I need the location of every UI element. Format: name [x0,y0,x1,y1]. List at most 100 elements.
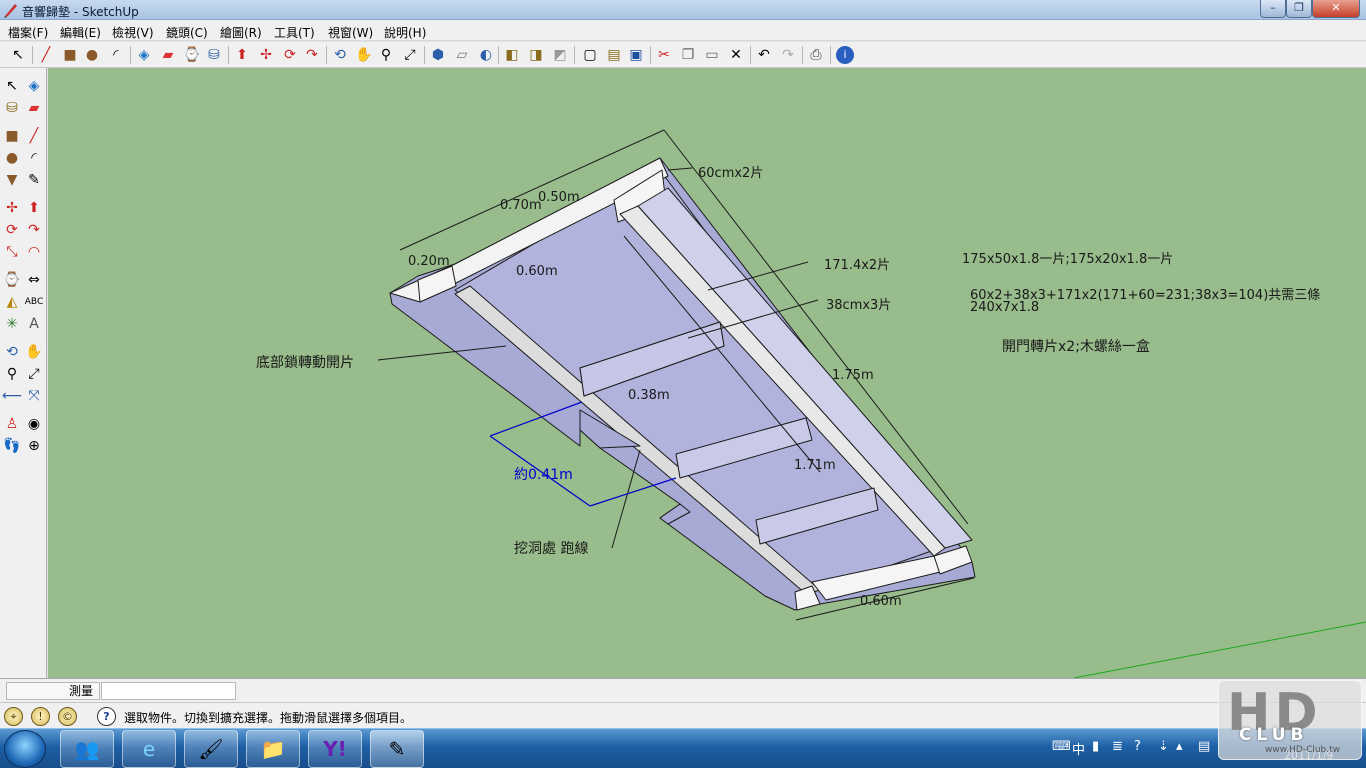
eraser-icon[interactable]: ▰ [158,45,178,65]
axes-icon[interactable]: ✳ [2,314,22,334]
wireframe-icon[interactable]: ◨ [526,45,546,65]
xray-icon[interactable]: ◧ [502,45,522,65]
tray-ime-mode-icon[interactable]: ▮ [1092,739,1099,754]
iso-view-icon[interactable]: ⬢ [428,45,448,65]
zoom-extents-icon[interactable]: ⤢ [400,45,420,65]
pan-icon[interactable]: ✋ [354,45,374,65]
paint-bucket-icon[interactable]: ⛁ [204,45,224,65]
geo-location-icon[interactable]: ⌖ [4,707,23,726]
copyright-icon[interactable]: © [58,707,77,726]
top-view-icon[interactable]: ▱ [452,45,472,65]
push-pull-icon[interactable]: ⬆ [232,45,252,65]
menu-camera[interactable]: 鏡頭(C) [166,24,208,41]
delete-icon[interactable]: ✕ [726,45,746,65]
follow-me-icon[interactable]: ↷ [24,220,44,240]
menu-view[interactable]: 檢視(V) [112,24,154,41]
zoom-extents-icon[interactable]: ⤧ [24,386,44,406]
folder-explorer-icon[interactable]: 📁 [246,730,300,768]
measurements-input[interactable] [101,682,236,700]
make-component-icon[interactable]: ◈ [134,45,154,65]
toolbar-separator [650,46,651,64]
make-component-icon[interactable]: ◈ [24,76,44,96]
scale-icon[interactable]: ⤡ [2,242,22,262]
user-accounts-app-icon[interactable]: 👥 [60,730,114,768]
tape-measure-icon[interactable]: ⌚ [2,270,22,290]
tray-expand-icon[interactable]: ▴ [1176,739,1183,754]
menu-draw[interactable]: 繪圖(R) [220,24,262,41]
minimize-button[interactable]: – [1260,0,1286,18]
yahoo-messenger-icon[interactable]: Y! [308,730,362,768]
eraser-icon[interactable]: ▰ [24,98,44,118]
tray-help-icon[interactable]: ? [1134,739,1141,754]
internet-explorer-icon[interactable]: e [122,730,176,768]
tray-ime-chinese[interactable]: 中 [1072,739,1085,758]
paste-icon[interactable]: ▭ [702,45,722,65]
section-plane-icon[interactable]: ⊕ [24,436,44,456]
tray-settings-icon[interactable]: ⇣ [1158,739,1169,754]
move-icon[interactable]: ✢ [2,198,22,218]
zoom-window-icon[interactable]: ⤢ [24,364,44,384]
walk-icon[interactable]: 👣 [2,436,22,456]
open-icon[interactable]: ▤ [604,45,624,65]
tape-measure-icon[interactable]: ⌚ [182,45,202,65]
line-icon[interactable]: ╱ [36,45,56,65]
circle-icon[interactable]: ● [82,45,102,65]
menu-file[interactable]: 檔案(F) [8,24,48,41]
orbit-icon[interactable]: ⟲ [2,342,22,362]
arc-icon[interactable]: ◜ [24,148,44,168]
rotate-icon[interactable]: ⟳ [2,220,22,240]
tray-ime-options-icon[interactable]: ≣ [1112,739,1123,754]
select-icon[interactable]: ↖ [2,76,22,96]
position-camera-icon[interactable]: ♙ [2,414,22,434]
line-icon[interactable]: ╱ [24,126,44,146]
move-icon[interactable]: ✢ [256,45,276,65]
orbit-icon[interactable]: ⟲ [330,45,350,65]
copy-icon[interactable]: ❐ [678,45,698,65]
zoom-icon[interactable]: ⚲ [376,45,396,65]
dimension-icon[interactable]: ⇔ [24,270,44,290]
cut-icon[interactable]: ✂ [654,45,674,65]
rectangle-icon[interactable]: ■ [2,126,22,146]
polygon-icon[interactable]: ▼ [2,170,22,190]
menu-tools[interactable]: 工具(T) [274,24,315,41]
offset-icon[interactable]: ◠ [24,242,44,262]
arc-icon[interactable]: ◜ [106,45,126,65]
select-icon[interactable]: ↖ [8,45,28,65]
circle-icon[interactable]: ● [2,148,22,168]
menu-edit[interactable]: 編輯(E) [60,24,101,41]
protractor-icon[interactable]: ◭ [2,292,22,312]
help-icon[interactable]: i [836,46,854,64]
tray-ime-icon[interactable]: ⌨ [1052,739,1071,754]
close-button[interactable]: ✕ [1312,0,1360,18]
maximize-button[interactable]: ❐ [1286,0,1312,18]
save-icon[interactable]: ▣ [626,45,646,65]
previous-view-icon[interactable]: ⟵ [2,386,22,406]
menu-window[interactable]: 視窗(W) [328,24,373,41]
text-tool-icon[interactable]: ABC [24,292,44,312]
freehand-icon[interactable]: ✎ [24,170,44,190]
front-view-icon[interactable]: ◐ [476,45,496,65]
pan-icon[interactable]: ✋ [24,342,44,362]
rectangle-icon[interactable]: ■ [60,45,80,65]
3d-text-icon[interactable]: A [24,314,44,334]
look-around-icon[interactable]: ◉ [24,414,44,434]
paint-bucket-icon[interactable]: ⛁ [2,98,22,118]
instructor-icon[interactable]: ? [97,707,116,726]
model-viewport[interactable]: 60cmx2片 0.50m 0.70m 0.20m 0.60m 171.4x2片… [48,68,1366,678]
redo-icon[interactable]: ↷ [778,45,798,65]
print-icon[interactable]: ⎙ [806,45,826,65]
push-pull-icon[interactable]: ⬆ [24,198,44,218]
zoom-icon[interactable]: ⚲ [2,364,22,384]
title-bar[interactable]: 音響歸墊 - SketchUp – ❐ ✕ [0,0,1366,20]
start-button[interactable] [4,730,46,768]
shaded-icon[interactable]: ◩ [550,45,570,65]
tray-network-icon[interactable]: ▤ [1198,739,1210,754]
sketchup-taskbar-icon[interactable]: ✎ [370,730,424,768]
rotate-icon[interactable]: ⟳ [280,45,300,65]
menu-help[interactable]: 說明(H) [384,24,426,41]
follow-me-icon[interactable]: ↷ [302,45,322,65]
undo-icon[interactable]: ↶ [754,45,774,65]
credits-icon[interactable]: ! [31,707,50,726]
paint-app-icon[interactable]: 🖌 [184,730,238,768]
new-icon[interactable]: ▢ [580,45,600,65]
